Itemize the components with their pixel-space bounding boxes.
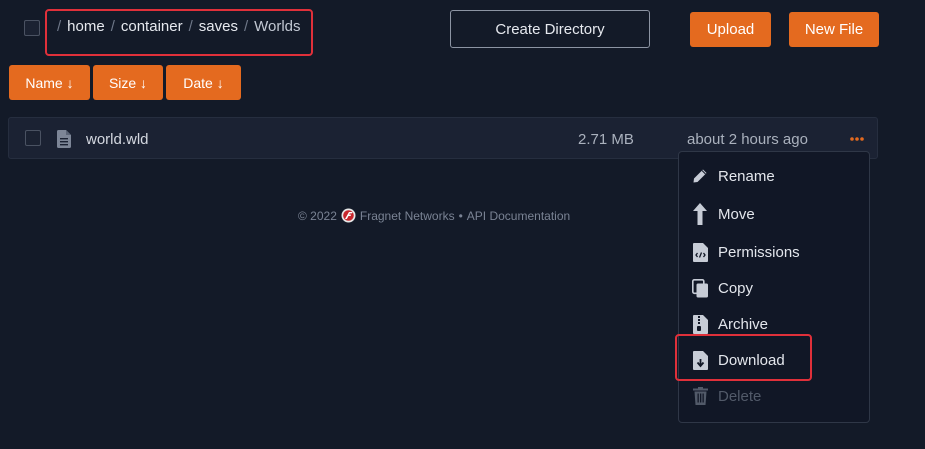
menu-item-label: Permissions xyxy=(718,243,800,261)
sort-by-date-button[interactable]: Date ↓ xyxy=(166,65,241,100)
footer-separator: • xyxy=(458,208,463,223)
file-archive-icon xyxy=(690,314,710,334)
menu-item-permissions[interactable]: Permissions xyxy=(690,242,800,262)
new-file-button[interactable]: New File xyxy=(789,12,879,47)
file-text-icon xyxy=(57,130,71,148)
create-directory-button[interactable]: Create Directory xyxy=(450,10,650,48)
menu-item-label: Delete xyxy=(718,387,762,405)
menu-item-label: Archive xyxy=(718,315,769,333)
menu-item-label: Rename xyxy=(718,167,775,185)
footer-copyright: © 2022 xyxy=(298,208,337,223)
menu-item-label: Move xyxy=(718,205,755,223)
arrow-up-icon xyxy=(690,203,710,225)
sort-by-size-button[interactable]: Size ↓ xyxy=(93,65,163,100)
menu-item-copy[interactable]: Copy xyxy=(690,278,753,298)
menu-item-move[interactable]: Move xyxy=(690,203,755,225)
trash-icon xyxy=(690,386,710,406)
annotation-highlight-breadcrumb xyxy=(45,9,313,56)
copy-icon xyxy=(690,278,710,298)
file-size: 2.71 MB xyxy=(578,131,634,148)
file-select-checkbox[interactable] xyxy=(25,130,41,146)
menu-item-label: Copy xyxy=(718,279,754,297)
more-options-icon[interactable] xyxy=(848,131,866,147)
menu-item-rename[interactable]: Rename xyxy=(690,166,775,186)
footer: © 2022 Fragnet Networks • API Documentat… xyxy=(298,208,570,223)
sort-by-name-button[interactable]: Name ↓ xyxy=(9,65,90,100)
pencil-icon xyxy=(690,166,710,186)
select-all-checkbox[interactable] xyxy=(24,20,40,36)
fragnet-logo-icon xyxy=(341,208,356,223)
footer-company[interactable]: Fragnet Networks xyxy=(360,209,455,223)
file-name[interactable]: world.wld xyxy=(86,131,149,148)
menu-item-archive[interactable]: Archive xyxy=(690,314,768,334)
menu-item-delete[interactable]: Delete xyxy=(690,386,761,406)
file-modified: about 2 hours ago xyxy=(687,131,808,148)
annotation-highlight-download xyxy=(675,334,812,381)
file-code-icon xyxy=(690,242,710,262)
upload-button[interactable]: Upload xyxy=(690,12,771,47)
footer-api-link[interactable]: API Documentation xyxy=(467,209,570,223)
